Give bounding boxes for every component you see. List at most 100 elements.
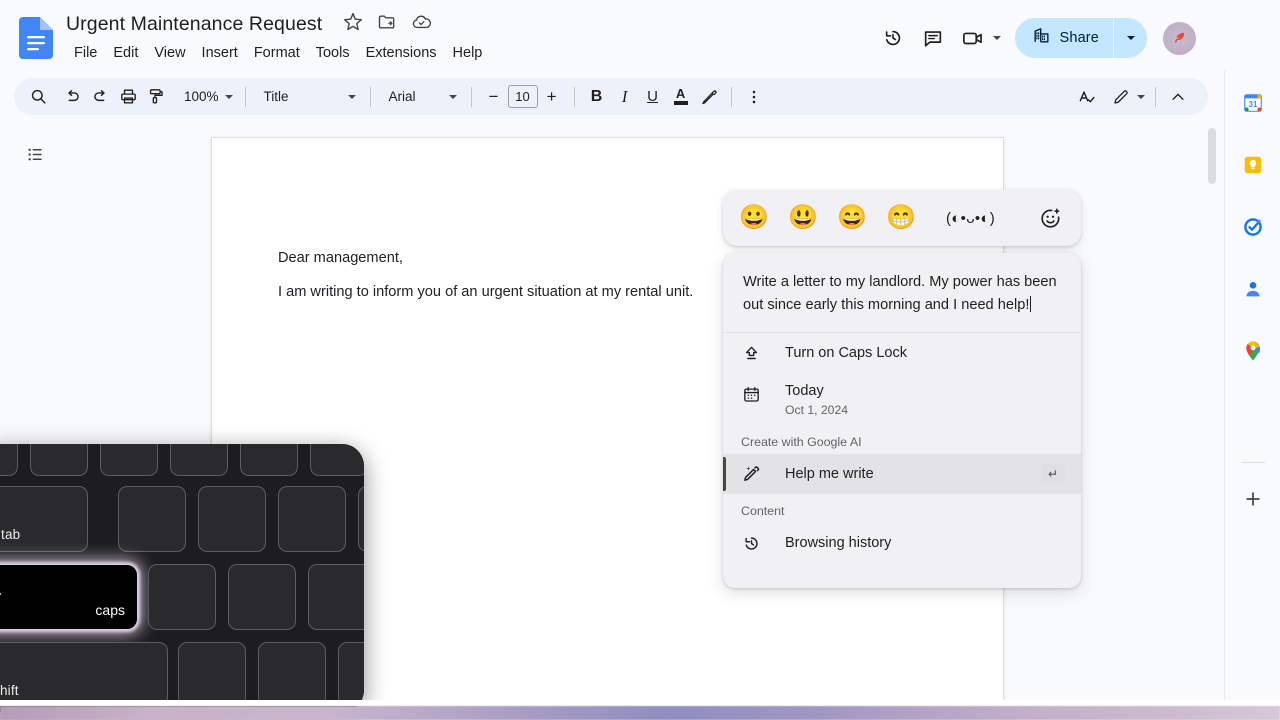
emoji-option[interactable]: 😃 [784, 199, 822, 237]
cloud-saved-icon[interactable] [411, 12, 431, 32]
google-keep-icon[interactable] [1238, 150, 1268, 180]
menu-item-label: Browsing history [785, 535, 891, 551]
keyboard-key-caps-lock[interactable]: caps [0, 564, 138, 630]
keyboard-key[interactable] [358, 486, 364, 552]
menu-view[interactable]: View [146, 41, 193, 66]
menu-insert[interactable]: Insert [194, 41, 246, 66]
keyboard-key[interactable] [310, 444, 364, 476]
undo-icon[interactable] [58, 83, 86, 111]
menu-extensions[interactable]: Extensions [358, 41, 445, 66]
text-color-button[interactable]: A [667, 83, 695, 111]
section-header-create-with-ai: Create with Google AI [723, 425, 1081, 454]
keyboard-key-tab[interactable]: tab [0, 486, 88, 552]
key-label: tab [1, 527, 20, 542]
google-meet-icon[interactable] [953, 18, 993, 58]
google-meet-button[interactable] [953, 18, 1003, 58]
google-contacts-icon[interactable] [1238, 274, 1268, 304]
star-icon[interactable] [343, 12, 363, 32]
menu-item-caps-lock[interactable]: Turn on Caps Lock [723, 333, 1081, 373]
google-maps-icon[interactable] [1238, 336, 1268, 366]
chevron-up-icon[interactable] [1164, 83, 1192, 111]
keyboard-key[interactable] [228, 564, 296, 630]
keyboard-key[interactable] [148, 564, 216, 630]
chevron-down-icon[interactable] [1137, 95, 1145, 99]
version-history-icon[interactable] [873, 18, 913, 58]
menu-file[interactable]: File [66, 41, 105, 66]
side-panel-rail: 31 [1224, 70, 1280, 720]
italic-button[interactable]: I [611, 83, 639, 111]
document-title[interactable]: Urgent Maintenance Request [66, 10, 322, 38]
keyboard-key[interactable] [170, 444, 228, 476]
menu-item-sublabel: Oct 1, 2024 [785, 401, 848, 419]
move-to-folder-icon[interactable] [377, 12, 397, 32]
print-icon[interactable] [114, 83, 142, 111]
keyboard-key[interactable] [0, 444, 18, 476]
menu-format[interactable]: Format [246, 41, 308, 66]
emoji-option[interactable]: 😄 [833, 199, 871, 237]
google-tasks-icon[interactable] [1238, 212, 1268, 242]
editing-mode-button[interactable] [1107, 83, 1147, 111]
menu-tools[interactable]: Tools [308, 41, 358, 66]
keyboard-key[interactable] [178, 642, 246, 708]
highlight-pen-icon[interactable] [695, 83, 723, 111]
menu-edit[interactable]: Edit [105, 41, 146, 66]
meet-chevron-down-icon[interactable] [993, 36, 1001, 40]
menu-help[interactable]: Help [445, 41, 491, 66]
google-calendar-icon[interactable]: 31 [1238, 88, 1268, 118]
keyboard-key[interactable] [198, 486, 266, 552]
bold-button[interactable]: B [583, 83, 611, 111]
keyboard-key[interactable] [100, 444, 158, 476]
toolbar-divider [370, 87, 371, 107]
menu-item-text-block: Today Oct 1, 2024 [785, 381, 848, 419]
menu-item-label: Today [785, 381, 848, 401]
keyboard-key[interactable] [118, 486, 186, 552]
calendar-icon [739, 382, 763, 406]
increase-font-size-button[interactable]: + [538, 83, 566, 111]
spelling-check-icon[interactable] [1073, 83, 1101, 111]
key-label: shift [0, 683, 19, 698]
emoji-option[interactable]: 😁 [882, 199, 920, 237]
decrease-font-size-button[interactable]: − [480, 83, 508, 111]
avatar[interactable] [1163, 22, 1196, 55]
keyboard-key-shift[interactable]: shift [0, 642, 168, 708]
share-button[interactable]: Share [1015, 18, 1113, 58]
font-size-input[interactable]: 10 [508, 85, 538, 108]
keyboard-key[interactable] [338, 642, 364, 708]
paragraph-style-select[interactable]: Title [254, 84, 362, 110]
zoom-select[interactable]: 100% [176, 84, 237, 110]
menu-item-today[interactable]: Today Oct 1, 2024 [723, 373, 1081, 425]
search-icon[interactable] [24, 83, 52, 111]
keyboard-key[interactable] [308, 564, 364, 630]
scrollbar-thumb[interactable] [1208, 128, 1216, 184]
share-dropdown-button[interactable] [1113, 18, 1147, 58]
menu-item-help-me-write[interactable]: Help me write ↵ [723, 454, 1081, 494]
more-vertical-icon[interactable] [740, 83, 768, 111]
prompt-input[interactable]: Write a letter to my landlord. My power … [723, 253, 1081, 333]
chevron-down-icon [348, 95, 356, 99]
vertical-scrollbar[interactable] [1208, 128, 1216, 720]
menu-bar: File Edit View Insert Format Tools Exten… [66, 41, 490, 66]
toolbar-divider [574, 87, 575, 107]
keyboard-key[interactable] [240, 444, 298, 476]
emoji-picker-icon[interactable] [1033, 201, 1067, 235]
toolbar-divider [1155, 87, 1156, 107]
emoji-option[interactable]: 😀 [735, 199, 773, 237]
zoom-value: 100% [184, 89, 219, 104]
chevron-down-icon [1127, 36, 1135, 40]
menu-item-browsing-history[interactable]: Browsing history [723, 523, 1081, 563]
top-right-actions: Share [873, 18, 1196, 58]
underline-button[interactable]: U [639, 83, 667, 111]
keyboard-key[interactable] [278, 486, 346, 552]
paint-format-icon[interactable] [142, 83, 170, 111]
magic-pencil-icon [739, 462, 763, 486]
comment-icon[interactable] [913, 18, 953, 58]
editing-pencil-icon[interactable] [1107, 83, 1135, 111]
menu-item-label: Help me write [785, 466, 874, 482]
key-label: caps [95, 602, 125, 618]
add-side-panel-app-button[interactable] [1238, 484, 1268, 514]
redo-icon[interactable] [86, 83, 114, 111]
keyboard-key[interactable] [258, 642, 326, 708]
kaomoji-option[interactable]: (◐•ᴗ•◐) [938, 204, 1003, 233]
font-family-select[interactable]: Arial [379, 84, 463, 110]
keyboard-key[interactable] [30, 444, 88, 476]
